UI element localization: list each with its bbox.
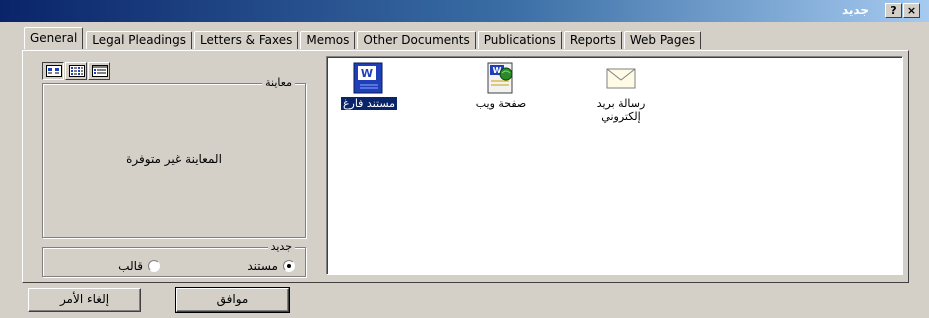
create-new-group: جديد مستند قالب bbox=[42, 240, 306, 277]
tab-reports[interactable]: Reports bbox=[563, 31, 622, 49]
title-bar[interactable]: جديد ? × bbox=[0, 0, 929, 22]
large-icons-view-button[interactable] bbox=[42, 62, 64, 80]
details-view-button[interactable] bbox=[88, 62, 110, 80]
template-item-blank-document[interactable]: W مستند فارغ bbox=[329, 61, 409, 111]
tab-other-documents[interactable]: Other Documents bbox=[357, 31, 476, 49]
preview-unavailable-text: المعاينة غير متوفرة bbox=[126, 152, 222, 166]
template-radio[interactable] bbox=[148, 260, 160, 272]
template-label-email-message: رسالة بريد إلكتروني bbox=[596, 97, 646, 123]
cancel-button[interactable]: إلغاء الأمر bbox=[28, 288, 141, 312]
help-button[interactable]: ? bbox=[885, 3, 902, 18]
template-label-web-page: صفحة ويب bbox=[475, 97, 527, 110]
template-item-email-message[interactable]: رسالة بريد إلكتروني bbox=[581, 61, 661, 123]
template-list[interactable]: W مستند فارغ W صفحة ويب رسالة بريد إلكتر… bbox=[326, 56, 903, 275]
list-view-icon bbox=[69, 65, 85, 77]
tab-letters-faxes[interactable]: Letters & Faxes bbox=[194, 31, 299, 49]
tab-general[interactable]: General bbox=[24, 27, 84, 49]
window-title: جديد bbox=[841, 3, 869, 17]
tab-strip: General Legal Pleadings Letters & Faxes Mem… bbox=[24, 27, 703, 51]
template-item-web-page[interactable]: W صفحة ويب bbox=[461, 61, 541, 110]
large-icons-view-icon bbox=[46, 65, 62, 77]
email-message-icon bbox=[606, 68, 636, 89]
tab-publications[interactable]: Publications bbox=[477, 31, 562, 49]
tab-memos[interactable]: Memos bbox=[300, 31, 356, 49]
template-radio-label: قالب bbox=[118, 259, 143, 273]
list-view-button[interactable] bbox=[65, 62, 87, 80]
web-page-icon: W bbox=[487, 62, 513, 94]
document-radio[interactable] bbox=[283, 260, 295, 272]
template-radio-option[interactable]: قالب bbox=[118, 259, 160, 273]
tab-legal-pleadings[interactable]: Legal Pleadings bbox=[86, 31, 193, 49]
preview-group: معاينة المعاينة غير متوفرة bbox=[42, 76, 306, 238]
tab-web-pages[interactable]: Web Pages bbox=[623, 31, 702, 49]
blank-document-icon: W bbox=[353, 62, 383, 94]
document-radio-option[interactable]: مستند bbox=[247, 259, 295, 273]
svg-text:W: W bbox=[361, 67, 373, 80]
view-buttons bbox=[42, 62, 111, 80]
ok-button[interactable]: موافق bbox=[175, 287, 290, 313]
close-button[interactable]: × bbox=[903, 3, 920, 18]
create-new-group-label: جديد bbox=[267, 240, 295, 253]
template-label-blank-document: مستند فارغ bbox=[339, 96, 399, 111]
preview-group-label: معاينة bbox=[262, 76, 295, 89]
details-view-icon bbox=[92, 65, 108, 77]
document-radio-label: مستند bbox=[247, 259, 278, 273]
